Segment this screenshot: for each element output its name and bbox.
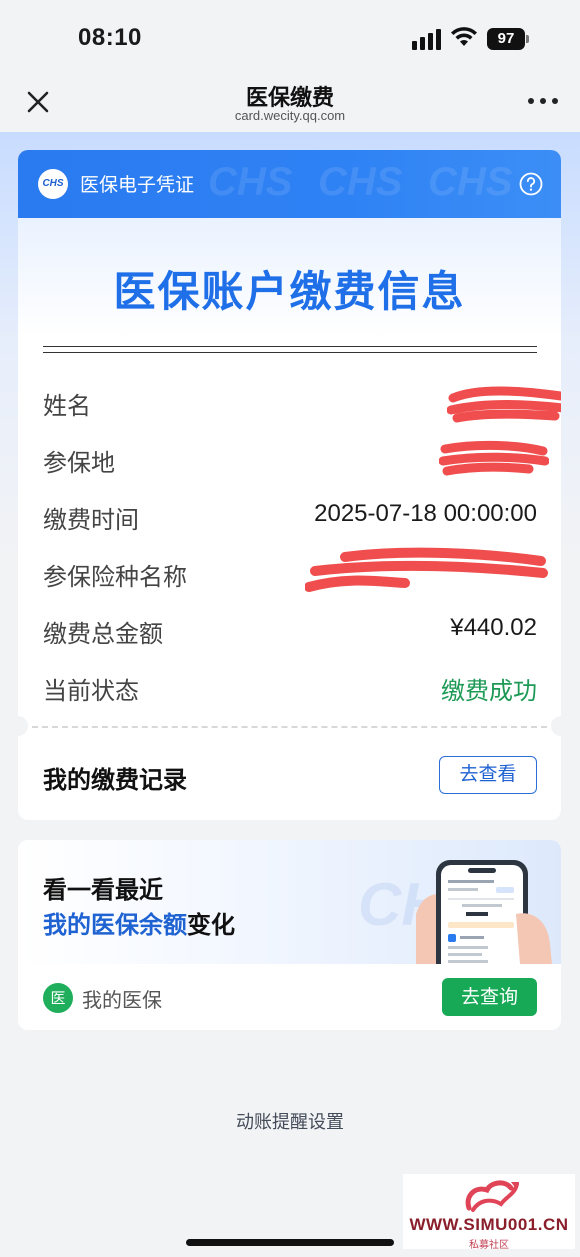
watermark-logo-icon: [465, 1180, 519, 1212]
info-row-region: 参保地: [43, 439, 549, 479]
status-bar: 08:10 97: [0, 0, 580, 78]
phone-hand-illustration: [416, 860, 552, 964]
dashed-divider: [32, 726, 547, 728]
help-icon[interactable]: [519, 172, 543, 196]
balance-promo-highlight: 我的医保余额: [43, 911, 187, 939]
redaction-mark: [447, 386, 561, 423]
redaction-mark: [305, 547, 548, 592]
payment-time-value: 2025-07-18 00:00:00: [314, 500, 537, 527]
info-row-status: 当前状态 缴费成功: [43, 667, 537, 707]
insurance-type-label: 参保险种名称: [43, 563, 187, 591]
cellular-signal-icon: [412, 28, 442, 50]
view-records-button[interactable]: 去查看: [439, 756, 537, 794]
info-row-name: 姓名: [43, 382, 561, 423]
status-value: 缴费成功: [441, 677, 537, 705]
balance-promo-footer: 医 我的医保 去查询: [18, 964, 561, 1030]
balance-promo-suffix: 变化: [187, 911, 235, 939]
chs-logo-icon: CHS: [38, 169, 68, 199]
watermark-subtitle: 私募社区: [469, 1240, 509, 1251]
balance-promo-banner: CHS 看一看最近 我的医保余额变化: [18, 840, 561, 964]
payment-record-label: 我的缴费记录: [43, 766, 187, 794]
site-watermark: WWW.SIMU001.CN 私募社区: [403, 1174, 575, 1251]
home-indicator[interactable]: [186, 1239, 394, 1246]
ticket-notch: [18, 716, 28, 736]
balance-promo-line1: 看一看最近: [43, 876, 163, 904]
battery-icon: 97: [487, 28, 529, 50]
ticket-notch: [551, 716, 561, 736]
page-url: card.wecity.qq.com: [234, 108, 346, 123]
wifi-icon: [451, 27, 477, 46]
watermark-site-text: WWW.SIMU001.CN: [409, 1215, 569, 1234]
nav-bar: 医保缴费 card.wecity.qq.com: [0, 78, 580, 132]
info-row-total-amount: 缴费总金额 ¥440.02: [43, 610, 537, 650]
info-row-payment-time: 缴费时间 2025-07-18 00:00:00: [43, 496, 537, 536]
voucher-heading: 医保账户缴费信息: [113, 267, 466, 316]
balance-promo-line2: 我的医保余额变化: [43, 905, 235, 940]
info-row-insurance-type: 参保险种名称: [43, 547, 548, 593]
status-time: 08:10: [78, 24, 142, 51]
redaction-mark: [439, 440, 549, 476]
payment-time-label: 缴费时间: [43, 506, 139, 534]
account-alert-settings-link[interactable]: 动账提醒设置: [0, 1108, 580, 1134]
name-label: 姓名: [43, 392, 91, 420]
region-label: 参保地: [43, 449, 115, 477]
my-insurance-label: 我的医保: [82, 988, 162, 1012]
query-balance-button[interactable]: 去查询: [442, 978, 537, 1016]
medical-insurance-icon: 医: [43, 983, 73, 1013]
total-amount-label: 缴费总金额: [43, 620, 163, 648]
status-label: 当前状态: [43, 677, 139, 705]
voucher-header: CHS CHS CHS CHS 医保电子凭证: [18, 150, 561, 218]
payment-voucher-card: CHS CHS CHS CHS 医保电子凭证 医保账户缴费信息 姓名 参保地 缴…: [18, 150, 561, 820]
total-amount-value: ¥440.02: [450, 614, 537, 641]
heading-divider: [43, 346, 537, 353]
more-options-icon[interactable]: [526, 98, 560, 106]
voucher-title: 医保电子凭证: [80, 174, 195, 196]
balance-promo-card[interactable]: CHS 看一看最近 我的医保余额变化 医 我的医保 去查询: [18, 840, 561, 1030]
